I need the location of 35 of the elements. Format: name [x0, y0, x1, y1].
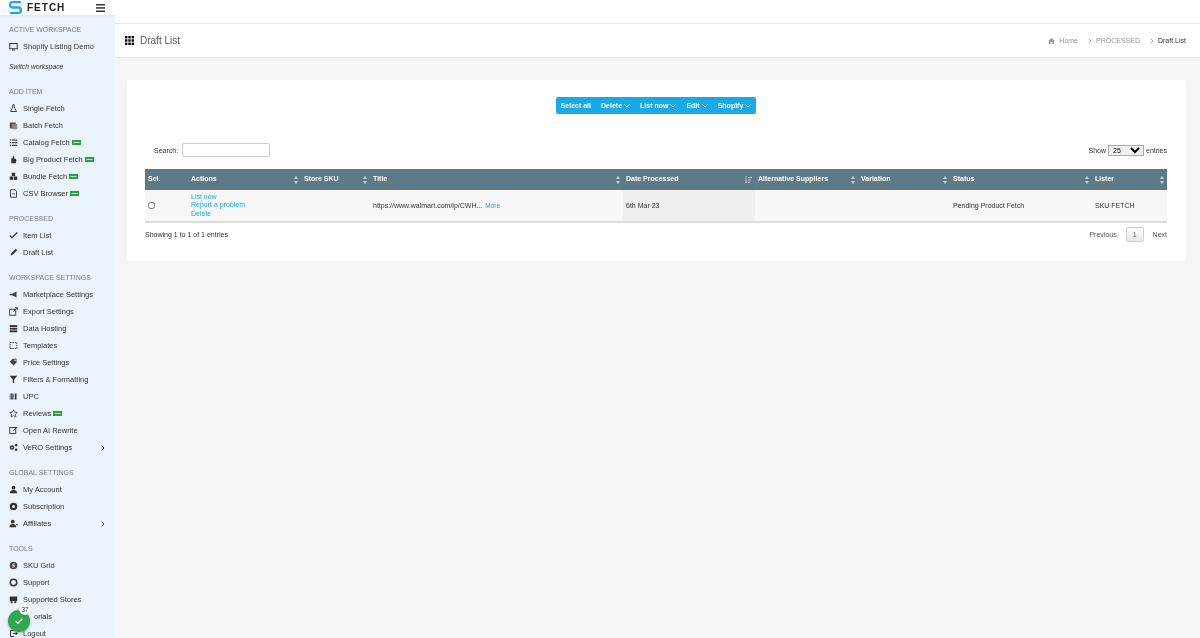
user-icon [9, 485, 18, 494]
star-icon [9, 409, 18, 418]
cubes-icon [9, 172, 18, 181]
file-icon [9, 189, 18, 198]
barcode-icon [9, 392, 18, 401]
grid-icon [125, 36, 134, 45]
database-icon [9, 324, 18, 333]
edit-icon [9, 426, 18, 435]
monitor-icon [9, 42, 18, 51]
export-icon [9, 307, 18, 316]
search-field[interactable] [182, 143, 271, 157]
flask-icon [9, 104, 18, 113]
filter-icon [9, 375, 18, 384]
home-icon [1048, 37, 1056, 44]
logo-icon [8, 0, 23, 15]
hand-icon [9, 155, 18, 164]
check-icon [9, 231, 18, 240]
stack-icon [9, 121, 18, 130]
chevron-right-icon [1088, 37, 1092, 44]
gears-icon [9, 443, 18, 452]
page-title: Draft List [140, 35, 180, 46]
list-icon [9, 138, 18, 147]
chevron-right-icon [1150, 37, 1154, 44]
logout-icon [9, 629, 18, 638]
check-icon [15, 618, 23, 624]
menu-icon [96, 3, 105, 12]
pencil-icon [9, 248, 18, 257]
truck-icon [9, 595, 18, 604]
user-plus-icon [9, 519, 18, 528]
logo-text: FETCH [27, 2, 66, 13]
dollar-icon [9, 561, 18, 570]
megaphone-icon [9, 290, 18, 299]
template-icon [9, 341, 18, 350]
row-checkbox[interactable] [148, 201, 155, 209]
tags-icon [9, 358, 18, 367]
